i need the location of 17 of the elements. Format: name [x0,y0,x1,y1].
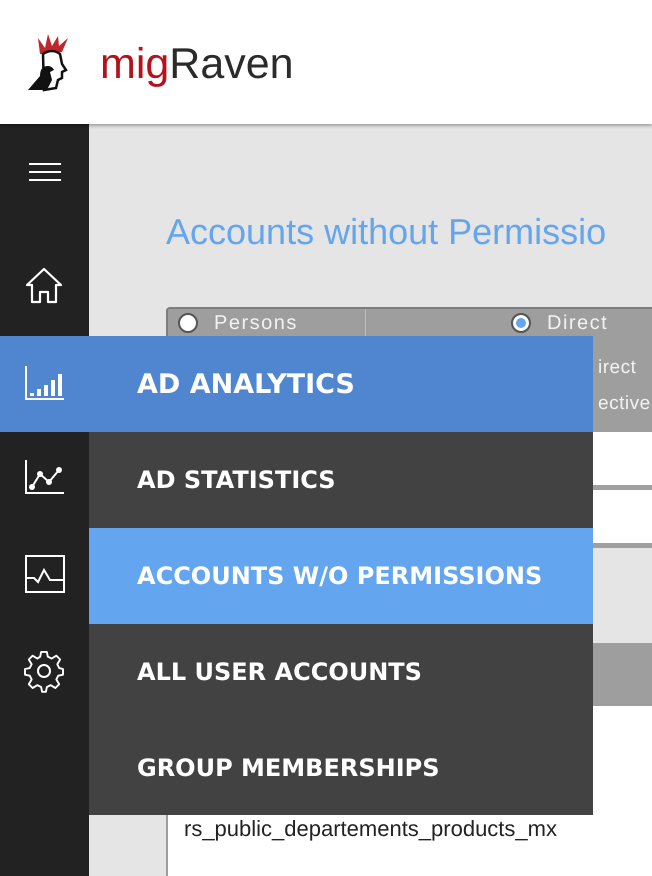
logo-text: migRaven [100,38,294,86]
option-text: irect [597,356,638,380]
radio-button[interactable] [511,313,531,333]
menu-item[interactable]: GROUP MEMBERSHIPS [89,720,593,815]
menu-item[interactable]: ALL USER ACCOUNTS [89,624,593,720]
menu-icon[interactable] [28,162,62,182]
radio-label: Persons [214,311,298,335]
input-field[interactable] [593,432,652,490]
option-text: ective [597,392,651,416]
menu-item[interactable]: AD STATISTICS [89,432,593,528]
menu-title: AD ANALYTICS [89,336,593,432]
table-cell-text: rs_public_departements_products_mx [183,816,558,842]
settings-icon[interactable] [24,650,66,694]
input-field[interactable] [593,490,652,548]
radio-button[interactable] [178,313,198,333]
radio-label: Direct [547,311,608,335]
page-title: Accounts without Permissio [166,212,608,254]
